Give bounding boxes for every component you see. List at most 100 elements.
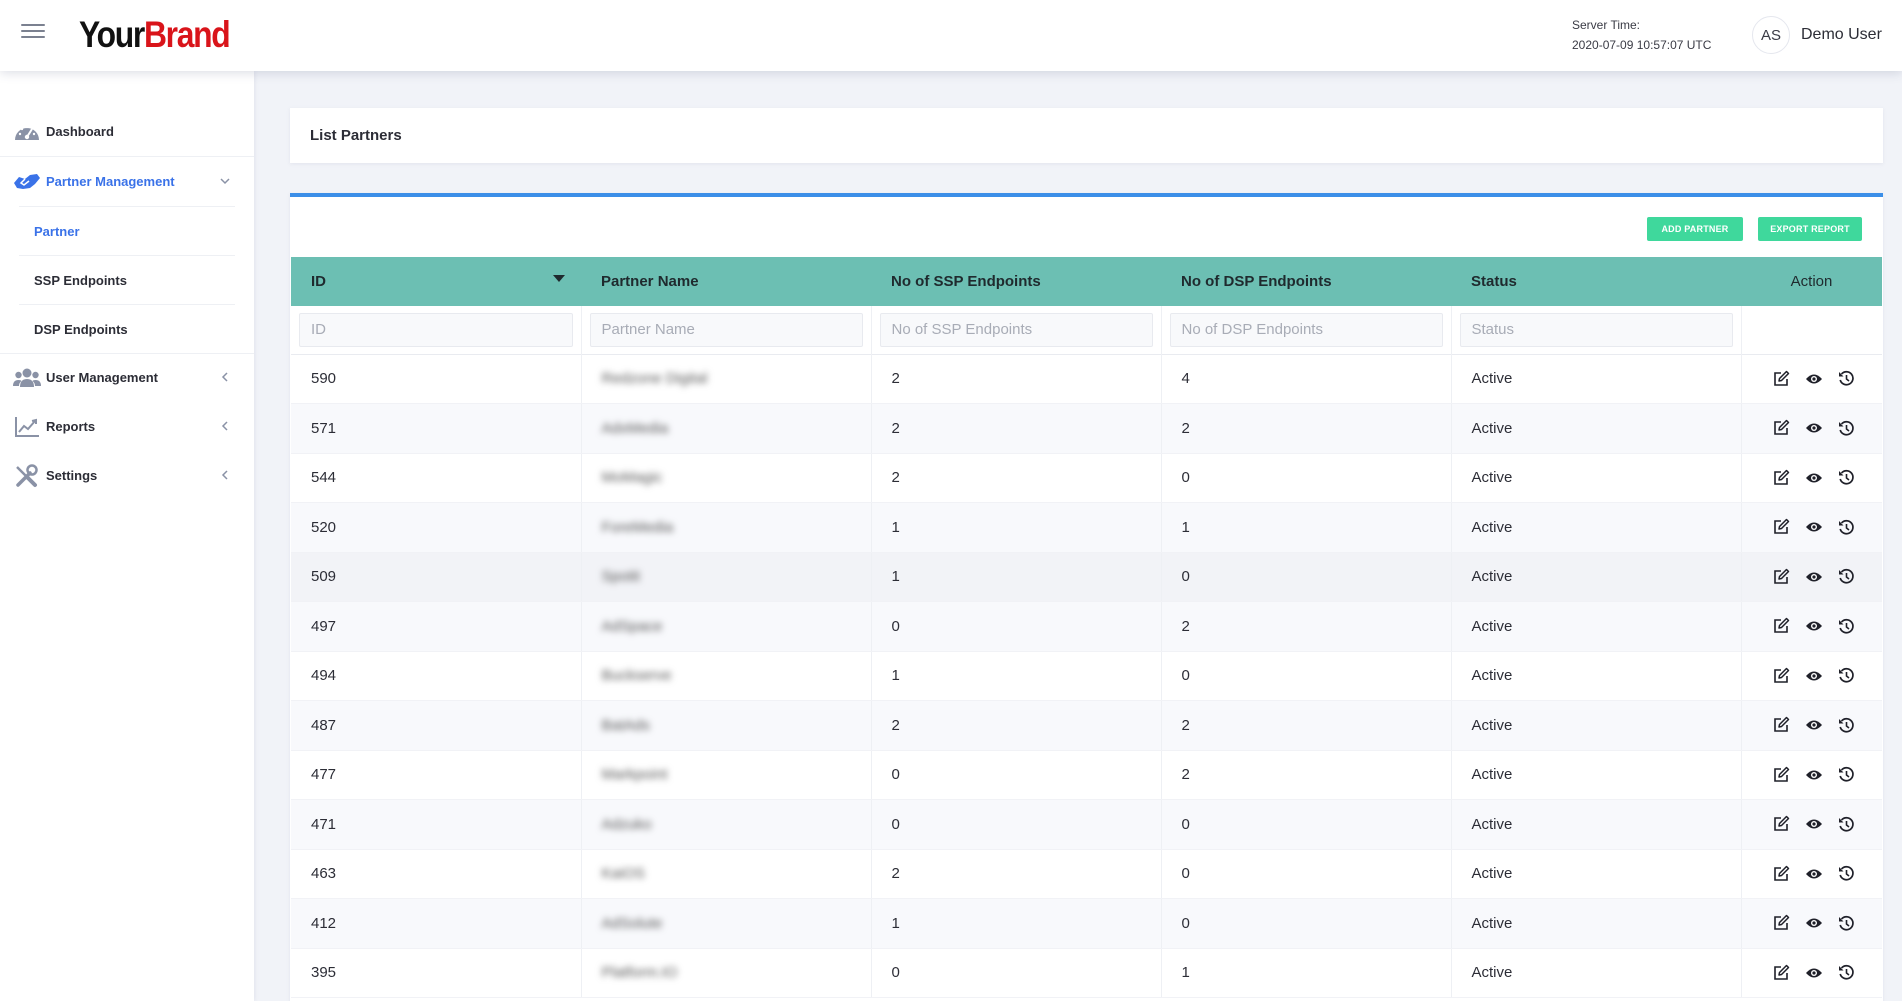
table-row[interactable]: 471 Adzuko 0 0 Active [291, 799, 1882, 850]
table-row[interactable]: 571 AdxMedia 2 2 Active [291, 403, 1882, 454]
brand-logo[interactable]: YourBrand [79, 14, 231, 56]
cell-dsp-endpoints: 0 [1161, 552, 1452, 602]
view-eye-icon[interactable] [1805, 372, 1823, 386]
user-menu[interactable]: AS Demo User [1752, 16, 1882, 54]
column-header-status[interactable]: Status [1451, 257, 1741, 306]
view-eye-icon[interactable] [1805, 916, 1823, 930]
view-eye-icon[interactable] [1805, 768, 1823, 782]
edit-icon[interactable] [1772, 716, 1790, 734]
table-row[interactable]: 520 ForeMedia 1 1 Active [291, 502, 1882, 553]
partner-name-text: Markpoint [601, 766, 668, 784]
view-eye-icon[interactable] [1805, 421, 1823, 435]
sort-desc-icon[interactable] [553, 275, 565, 282]
edit-icon[interactable] [1772, 419, 1790, 437]
history-icon[interactable] [1838, 370, 1855, 387]
partner-name-text: MoMagic [601, 469, 663, 487]
view-eye-icon[interactable] [1805, 619, 1823, 633]
cell-id: 477 [291, 750, 582, 800]
edit-icon[interactable] [1772, 766, 1790, 784]
filter-id-input[interactable] [299, 312, 573, 347]
view-eye-icon[interactable] [1805, 669, 1823, 683]
page-title: List Partners [310, 127, 402, 144]
table-row[interactable]: 509 Spotit 1 0 Active [291, 552, 1882, 602]
history-icon[interactable] [1838, 865, 1855, 882]
history-icon[interactable] [1838, 964, 1855, 981]
export-report-button[interactable]: EXPORT REPORT [1758, 217, 1862, 241]
table-row[interactable]: 544 MoMagic 2 0 Active [291, 453, 1882, 503]
cell-dsp-endpoints: 2 [1161, 750, 1452, 800]
cell-actions [1741, 552, 1882, 602]
history-icon[interactable] [1838, 519, 1855, 536]
cell-partner-name: Spotit [581, 552, 872, 602]
cell-status: Active [1451, 750, 1742, 800]
edit-icon[interactable] [1772, 469, 1790, 487]
table-row[interactable]: 412 AdSolute 1 0 Active [291, 898, 1882, 949]
user-name[interactable]: Demo User [1801, 26, 1882, 44]
history-icon[interactable] [1838, 766, 1855, 783]
cell-actions [1741, 502, 1882, 553]
history-icon[interactable] [1838, 915, 1855, 932]
chevron-left-icon [221, 470, 228, 480]
history-icon[interactable] [1838, 469, 1855, 486]
sidebar-subitem-dsp-endpoints[interactable]: DSP Endpoints [19, 304, 235, 353]
history-icon[interactable] [1838, 420, 1855, 437]
view-eye-icon[interactable] [1805, 471, 1823, 485]
sidebar-item-dashboard[interactable]: Dashboard [0, 107, 254, 156]
view-eye-icon[interactable] [1805, 718, 1823, 732]
view-eye-icon[interactable] [1805, 966, 1823, 980]
edit-icon[interactable] [1772, 667, 1790, 685]
edit-icon[interactable] [1772, 815, 1790, 833]
column-header-id[interactable]: ID [291, 257, 581, 306]
cell-ssp-endpoints: 2 [871, 403, 1162, 454]
view-eye-icon[interactable] [1805, 520, 1823, 534]
table-row[interactable]: 494 Buckserve 1 0 Active [291, 651, 1882, 701]
cell-status: Active [1451, 502, 1742, 553]
sidebar-item-user-management[interactable]: User Management [0, 353, 254, 402]
filter-ssp-endpoints-input[interactable] [879, 312, 1153, 347]
column-header-dsp-endpoints[interactable]: No of DSP Endpoints [1161, 257, 1451, 306]
edit-icon[interactable] [1772, 568, 1790, 586]
add-partner-button[interactable]: ADD PARTNER [1647, 217, 1743, 241]
sidebar-item-reports[interactable]: Reports [0, 402, 254, 451]
filter-partner-name-input[interactable] [589, 312, 863, 347]
history-icon[interactable] [1838, 618, 1855, 635]
table-row[interactable]: 487 BatAds 2 2 Active [291, 700, 1882, 751]
column-header-ssp-endpoints[interactable]: No of SSP Endpoints [871, 257, 1161, 306]
edit-icon[interactable] [1772, 617, 1790, 635]
table-row[interactable]: 497 AdSpace 0 2 Active [291, 601, 1882, 652]
edit-icon[interactable] [1772, 370, 1790, 388]
sidebar-item-label: User Management [46, 370, 158, 385]
sidebar-subitem-ssp-endpoints[interactable]: SSP Endpoints [19, 255, 235, 304]
sidebar-subitem-partner[interactable]: Partner [19, 206, 235, 255]
sidebar-item-label: Settings [46, 468, 98, 483]
history-icon[interactable] [1838, 717, 1855, 734]
table-row[interactable]: 477 Markpoint 0 2 Active [291, 750, 1882, 800]
table-row[interactable]: 590 Redzone Digital 2 4 Active [291, 354, 1882, 404]
partners-table: ID Partner Name No of SSP Endpoints No o… [291, 257, 1882, 998]
column-header-partner-name[interactable]: Partner Name [581, 257, 871, 306]
edit-icon[interactable] [1772, 865, 1790, 883]
top-header: YourBrand Server Time: 2020-07-09 10:57:… [0, 0, 1902, 71]
cell-ssp-endpoints: 0 [871, 799, 1162, 850]
view-eye-icon[interactable] [1805, 817, 1823, 831]
table-row[interactable]: 395 Platform.IO 0 1 Active [291, 948, 1882, 998]
avatar[interactable]: AS [1752, 16, 1790, 54]
sidebar-item-partner-management[interactable]: Partner Management [0, 157, 254, 206]
history-icon[interactable] [1838, 568, 1855, 585]
cell-ssp-endpoints: 1 [871, 502, 1162, 553]
sidebar-subitem-label: DSP Endpoints [34, 321, 128, 337]
view-eye-icon[interactable] [1805, 570, 1823, 584]
cell-ssp-endpoints: 1 [871, 552, 1162, 602]
table-row[interactable]: 463 KaiOS 2 0 Active [291, 849, 1882, 899]
hamburger-menu-icon[interactable] [21, 24, 45, 44]
edit-icon[interactable] [1772, 914, 1790, 932]
filter-status-input[interactable] [1459, 312, 1733, 347]
edit-icon[interactable] [1772, 964, 1790, 982]
sidebar-item-settings[interactable]: Settings [0, 451, 254, 500]
filter-dsp-endpoints-input[interactable] [1169, 312, 1443, 347]
history-icon[interactable] [1838, 667, 1855, 684]
view-eye-icon[interactable] [1805, 867, 1823, 881]
cell-partner-name: AdSolute [581, 898, 872, 949]
history-icon[interactable] [1838, 816, 1855, 833]
edit-icon[interactable] [1772, 518, 1790, 536]
